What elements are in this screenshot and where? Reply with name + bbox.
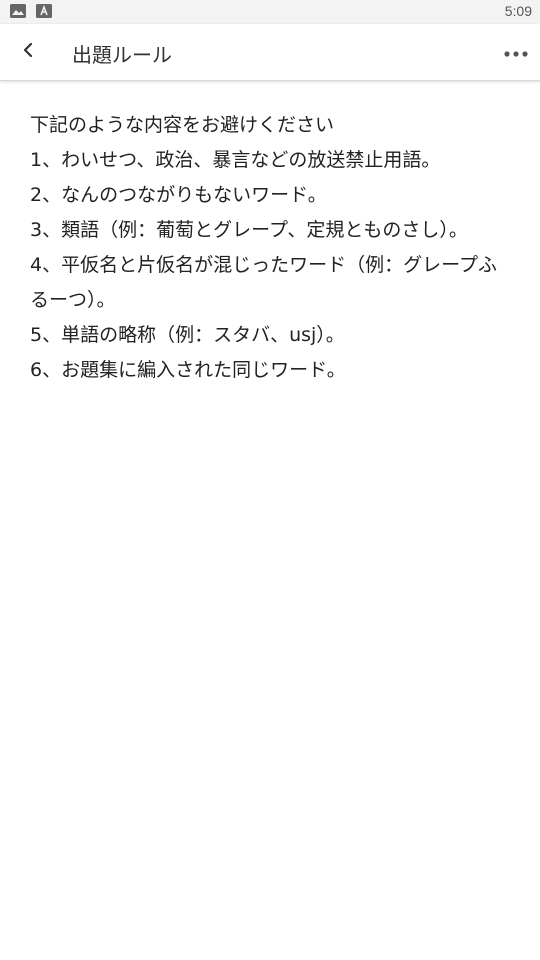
more-options-button[interactable] xyxy=(496,32,536,72)
font-download-icon xyxy=(36,4,52,18)
rule-item-3: 3、類語（例：葡萄とグレープ、定規とものさし）。 xyxy=(30,219,468,241)
rule-item-4: 4、平仮名と片仮名が混じったワード（例：グレープふるーつ）。 xyxy=(30,254,497,311)
rule-item-2: 2、なんのつながりもないワード。 xyxy=(30,184,327,206)
rules-content: 下記のような内容をお避けください 1、わいせつ、政治、暴言などの放送禁止用語。 … xyxy=(30,108,510,388)
page-title: 出題ルール xyxy=(72,43,172,67)
status-bar: 5:09 xyxy=(0,0,540,24)
status-icons xyxy=(10,4,52,18)
back-button[interactable] xyxy=(8,32,48,72)
more-horiz-icon xyxy=(503,43,529,62)
app-bar: 出題ルール xyxy=(0,24,540,81)
rules-intro: 下記のような内容をお避けください xyxy=(30,114,335,136)
rule-item-5: 5、単語の略称（例：スタバ、usj）。 xyxy=(30,324,345,346)
rule-item-6: 6、お題集に編入された同じワード。 xyxy=(30,359,346,381)
chevron-left-icon xyxy=(18,40,38,64)
rule-item-1: 1、わいせつ、政治、暴言などの放送禁止用語。 xyxy=(30,149,441,171)
status-time: 5:09 xyxy=(504,3,532,19)
image-icon xyxy=(10,4,26,18)
